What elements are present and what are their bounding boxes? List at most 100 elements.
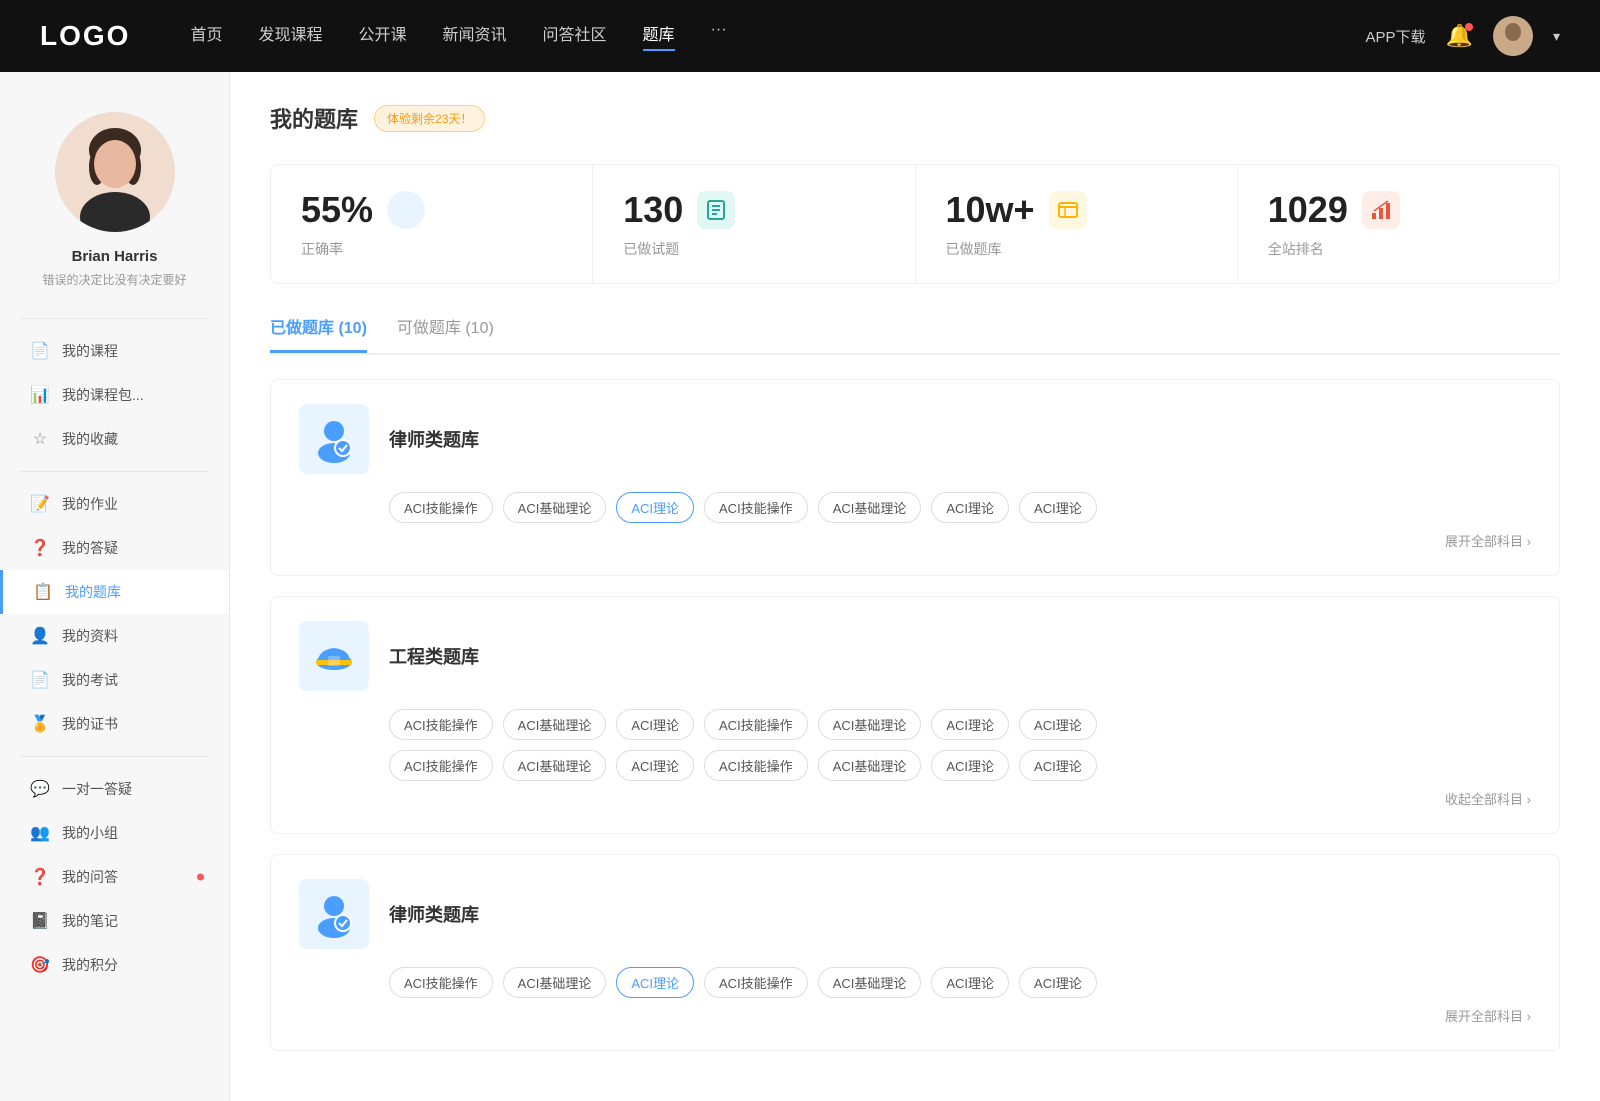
trial-badge: 体验剩余23天！ bbox=[374, 105, 485, 132]
nav-more[interactable]: ··· bbox=[711, 21, 727, 51]
l2-tag-6[interactable]: ACI理论 bbox=[931, 967, 1009, 998]
bell-button[interactable]: 🔔 bbox=[1446, 23, 1473, 49]
sidebar-label-course-pack: 我的课程包... bbox=[62, 385, 144, 405]
sidebar-item-group[interactable]: 👥 我的小组 bbox=[0, 811, 229, 855]
tab-done[interactable]: 已做题库 (10) bbox=[270, 314, 367, 353]
sidebar-label-my-courses: 我的课程 bbox=[62, 341, 118, 361]
qbank-icon: 📋 bbox=[33, 582, 53, 602]
sidebar-label-points: 我的积分 bbox=[62, 955, 118, 975]
user-dropdown-icon[interactable]: ▾ bbox=[1553, 28, 1560, 45]
tag-4[interactable]: ACI技能操作 bbox=[704, 492, 808, 523]
sidebar-label-cert: 我的证书 bbox=[62, 714, 118, 734]
eng-tag-7[interactable]: ACI理论 bbox=[1019, 709, 1097, 740]
eng-tag-14[interactable]: ACI理论 bbox=[1019, 750, 1097, 781]
expand-lawyer-link[interactable]: 展开全部科目 › bbox=[1445, 534, 1531, 549]
stats-row: 55% 正确率 130 bbox=[270, 164, 1560, 284]
bell-notification-dot bbox=[1465, 23, 1473, 31]
sidebar-item-profile[interactable]: 👤 我的资料 bbox=[0, 614, 229, 658]
stat-banks: 10w+ 已做题库 bbox=[916, 165, 1238, 283]
sidebar: Brian Harris 错误的决定比没有决定要好 📄 我的课程 📊 我的课程包… bbox=[0, 72, 230, 1101]
qbank-card-engineering: 工程类题库 ACI技能操作 ACI基础理论 ACI理论 ACI技能操作 ACI基… bbox=[270, 596, 1560, 834]
eng-tag-10[interactable]: ACI理论 bbox=[616, 750, 694, 781]
sidebar-item-qa[interactable]: ❓ 我的答疑 bbox=[0, 526, 229, 570]
nav-links: 首页 发现课程 公开课 新闻资讯 问答社区 题库 ··· bbox=[190, 21, 1325, 51]
group-icon: 👥 bbox=[30, 823, 50, 843]
eng-tag-2[interactable]: ACI基础理论 bbox=[503, 709, 607, 740]
nav-courses[interactable]: 发现课程 bbox=[258, 21, 322, 51]
stat-rank-label: 全站排名 bbox=[1268, 239, 1529, 259]
eng-tag-5[interactable]: ACI基础理论 bbox=[818, 709, 922, 740]
app-download[interactable]: APP下载 bbox=[1366, 26, 1426, 47]
qbank-lawyer2-title: 律师类题库 bbox=[389, 901, 479, 927]
stat-accuracy-top: 55% bbox=[301, 189, 562, 231]
expand-lawyer2-link[interactable]: 展开全部科目 › bbox=[1445, 1009, 1531, 1024]
tab-available[interactable]: 可做题库 (10) bbox=[397, 314, 494, 353]
l2-tag-4[interactable]: ACI技能操作 bbox=[704, 967, 808, 998]
user-avatar[interactable] bbox=[1493, 16, 1533, 56]
sidebar-item-course-pack[interactable]: 📊 我的课程包... bbox=[0, 373, 229, 417]
sidebar-item-1on1[interactable]: 💬 一对一答疑 bbox=[0, 767, 229, 811]
sidebar-item-notes[interactable]: 📓 我的笔记 bbox=[0, 899, 229, 943]
rank-icon bbox=[1362, 191, 1400, 229]
profile-motto: 错误的决定比没有决定要好 bbox=[42, 271, 186, 288]
eng-tag-6[interactable]: ACI理论 bbox=[931, 709, 1009, 740]
sidebar-label-qa: 我的答疑 bbox=[62, 538, 118, 558]
sidebar-label-favorites: 我的收藏 bbox=[62, 429, 118, 449]
l2-tag-5[interactable]: ACI基础理论 bbox=[818, 967, 922, 998]
profile-name: Brian Harris bbox=[72, 248, 158, 265]
qbank-card-lawyer-2: 律师类题库 ACI技能操作 ACI基础理论 ACI理论 ACI技能操作 ACI基… bbox=[270, 854, 1560, 1051]
l2-tag-1[interactable]: ACI技能操作 bbox=[389, 967, 493, 998]
qbank-engineering-tags-row1: ACI技能操作 ACI基础理论 ACI理论 ACI技能操作 ACI基础理论 AC… bbox=[389, 709, 1531, 740]
tag-5[interactable]: ACI基础理论 bbox=[818, 492, 922, 523]
eng-tag-13[interactable]: ACI理论 bbox=[931, 750, 1009, 781]
tag-6[interactable]: ACI理论 bbox=[931, 492, 1009, 523]
sidebar-item-my-qa[interactable]: ❓ 我的问答 bbox=[0, 855, 229, 899]
tag-7[interactable]: ACI理论 bbox=[1019, 492, 1097, 523]
tag-1[interactable]: ACI技能操作 bbox=[389, 492, 493, 523]
l2-tag-7[interactable]: ACI理论 bbox=[1019, 967, 1097, 998]
tag-3-active[interactable]: ACI理论 bbox=[616, 492, 694, 523]
nav-news[interactable]: 新闻资讯 bbox=[443, 21, 507, 51]
nav-right: APP下载 🔔 ▾ bbox=[1366, 16, 1560, 56]
logo: LOGO bbox=[40, 20, 130, 52]
eng-tag-11[interactable]: ACI技能操作 bbox=[704, 750, 808, 781]
eng-tag-3[interactable]: ACI理论 bbox=[616, 709, 694, 740]
qa-notification-dot bbox=[197, 874, 204, 881]
sidebar-divider-1 bbox=[20, 471, 209, 472]
qbank-lawyer-icon bbox=[299, 404, 369, 474]
nav-home[interactable]: 首页 bbox=[190, 21, 222, 51]
sidebar-item-cert[interactable]: 🏅 我的证书 bbox=[0, 702, 229, 746]
qbank-lawyer2-icon bbox=[299, 879, 369, 949]
sidebar-item-qbank[interactable]: 📋 我的题库 bbox=[0, 570, 229, 614]
sidebar-divider-2 bbox=[20, 756, 209, 757]
eng-tag-12[interactable]: ACI基础理论 bbox=[818, 750, 922, 781]
eng-tag-8[interactable]: ACI技能操作 bbox=[389, 750, 493, 781]
qbank-lawyer-tags: ACI技能操作 ACI基础理论 ACI理论 ACI技能操作 ACI基础理论 AC… bbox=[389, 492, 1531, 523]
stat-accuracy-value: 55% bbox=[301, 189, 373, 231]
qbank-engineering-tags-row2: ACI技能操作 ACI基础理论 ACI理论 ACI技能操作 ACI基础理论 AC… bbox=[389, 750, 1531, 781]
sidebar-label-qbank: 我的题库 bbox=[65, 582, 121, 602]
sidebar-item-homework[interactable]: 📝 我的作业 bbox=[0, 482, 229, 526]
qbank-lawyer2-tags: ACI技能操作 ACI基础理论 ACI理论 ACI技能操作 ACI基础理论 AC… bbox=[389, 967, 1531, 998]
eng-tag-4[interactable]: ACI技能操作 bbox=[704, 709, 808, 740]
sidebar-item-points[interactable]: 🎯 我的积分 bbox=[0, 943, 229, 987]
eng-tag-9[interactable]: ACI基础理论 bbox=[503, 750, 607, 781]
sidebar-item-my-courses[interactable]: 📄 我的课程 bbox=[0, 329, 229, 373]
profile-avatar bbox=[55, 112, 175, 232]
sidebar-label-exam: 我的考试 bbox=[62, 670, 118, 690]
sidebar-profile: Brian Harris 错误的决定比没有决定要好 bbox=[0, 72, 229, 308]
eng-tag-1[interactable]: ACI技能操作 bbox=[389, 709, 493, 740]
sidebar-label-1on1: 一对一答疑 bbox=[62, 779, 132, 799]
l2-tag-3-active[interactable]: ACI理论 bbox=[616, 967, 694, 998]
nav-qbank[interactable]: 题库 bbox=[643, 21, 675, 51]
tag-2[interactable]: ACI基础理论 bbox=[503, 492, 607, 523]
favorites-icon: ☆ bbox=[30, 429, 50, 449]
qbank-engineering-title: 工程类题库 bbox=[389, 643, 479, 669]
l2-tag-2[interactable]: ACI基础理论 bbox=[503, 967, 607, 998]
sidebar-label-my-qa: 我的问答 bbox=[62, 867, 118, 887]
nav-open[interactable]: 公开课 bbox=[358, 21, 406, 51]
nav-qa[interactable]: 问答社区 bbox=[543, 21, 607, 51]
collapse-engineering-link[interactable]: 收起全部科目 › bbox=[1445, 792, 1531, 807]
sidebar-item-favorites[interactable]: ☆ 我的收藏 bbox=[0, 417, 229, 461]
sidebar-item-exam[interactable]: 📄 我的考试 bbox=[0, 658, 229, 702]
